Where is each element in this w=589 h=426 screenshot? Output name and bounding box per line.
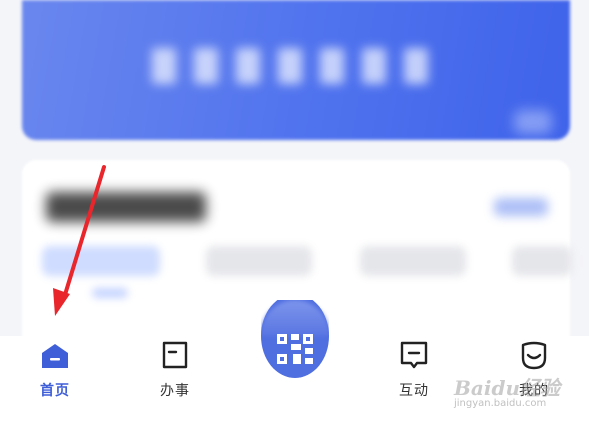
watermark-logo: Baidu经验: [454, 376, 560, 400]
watermark-url: jingyan.baidu.com: [454, 398, 547, 409]
watermark: Baidu经验 jingyan.baidu.com: [448, 370, 588, 420]
annotation-arrow: [53, 165, 106, 316]
app-screen: 首页 办事 互动 我的 Baidu经验 jingyan.baidu.com: [0, 0, 589, 426]
